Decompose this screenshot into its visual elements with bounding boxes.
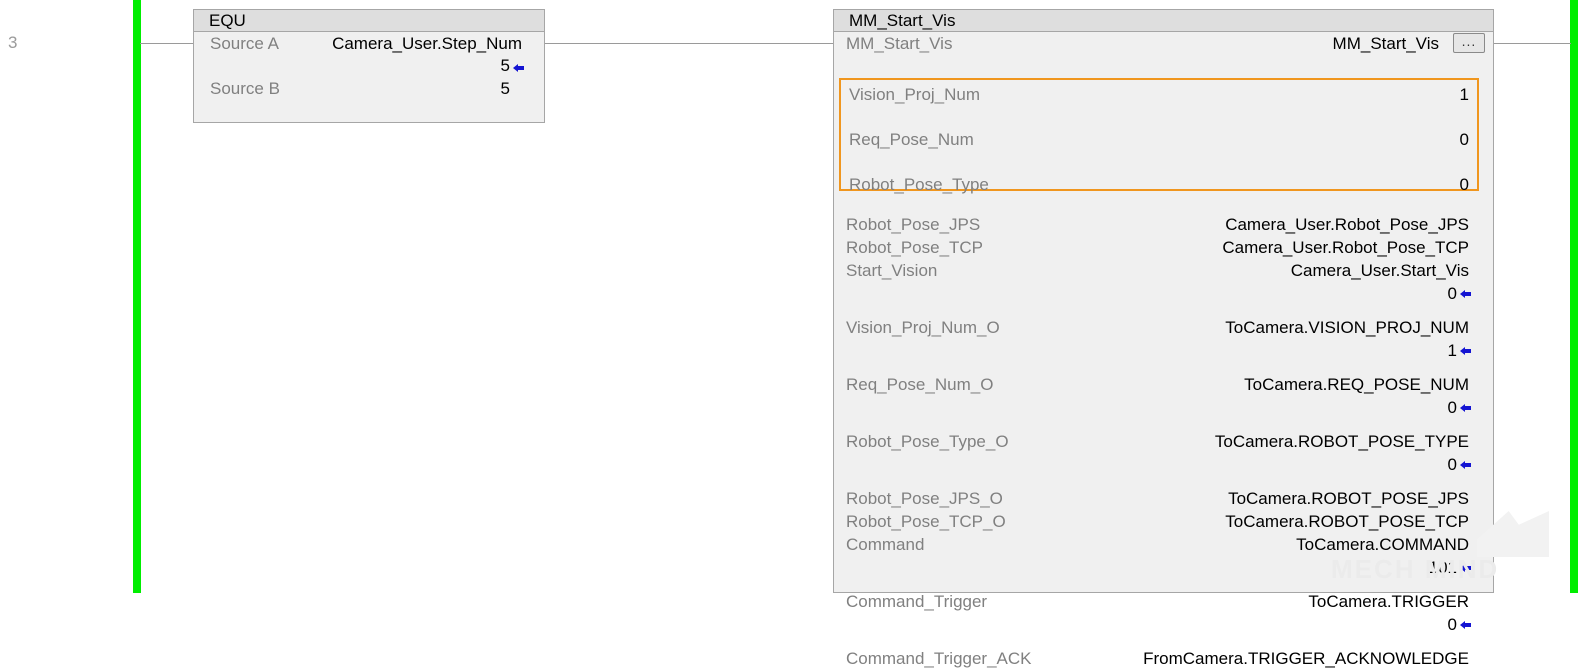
ladder-left-power-rail bbox=[133, 0, 141, 593]
mm-row-robot-pose-tcp-o[interactable]: Robot_Pose_TCP_O ToCamera.ROBOT_POSE_TCP bbox=[834, 510, 1493, 533]
mm-req-pose-num-label: Req_Pose_Num bbox=[849, 130, 974, 149]
mm-row-req-pose-num-o[interactable]: Req_Pose_Num_O ToCamera.REQ_POSE_NUM bbox=[834, 373, 1493, 396]
value-marker-icon bbox=[1460, 564, 1471, 572]
rung-wire-left bbox=[140, 43, 194, 44]
mm-robot-pose-tcp-o-operand[interactable]: ToCamera.ROBOT_POSE_TCP bbox=[1225, 510, 1469, 533]
mm-row-command[interactable]: Command ToCamera.COMMAND bbox=[834, 533, 1493, 556]
mm-vision-proj-num-label: Vision_Proj_Num bbox=[849, 85, 981, 104]
mm-row-robot-pose-tcp[interactable]: Robot_Pose_TCP Camera_User.Robot_Pose_TC… bbox=[834, 236, 1493, 259]
mm-row-req-pose-num[interactable]: Req_Pose_Num 0 bbox=[841, 125, 1477, 170]
mm-command-operand[interactable]: ToCamera.COMMAND bbox=[1296, 533, 1469, 556]
equ-instruction-block[interactable]: EQU Source A Camera_User.Step_Num 5 Sour… bbox=[193, 9, 545, 123]
mm-command-trigger-operand[interactable]: ToCamera.TRIGGER bbox=[1308, 590, 1469, 613]
mm-start-vision-operand[interactable]: Camera_User.Start_Vis bbox=[1291, 259, 1469, 282]
mm-command-trigger-value: 0 bbox=[1447, 615, 1457, 634]
mm-vision-proj-num-o-label: Vision_Proj_Num_O bbox=[846, 318, 1000, 337]
mm-row-req-pose-num-o-value: 0 bbox=[834, 396, 1493, 419]
mm-robot-pose-jps-o-label: Robot_Pose_JPS_O bbox=[846, 489, 1003, 508]
mm-robot-pose-jps-o-operand[interactable]: ToCamera.ROBOT_POSE_JPS bbox=[1228, 487, 1469, 510]
mm-robot-pose-tcp-o-label: Robot_Pose_TCP_O bbox=[846, 512, 1006, 531]
mm-robot-pose-type-label: Robot_Pose_Type bbox=[849, 175, 989, 194]
value-marker-icon bbox=[1460, 404, 1471, 412]
mm-row-vision-proj-num-o-value: 1 bbox=[834, 339, 1493, 362]
mm-row-robot-pose-jps[interactable]: Robot_Pose_JPS Camera_User.Robot_Pose_JP… bbox=[834, 213, 1493, 236]
mm-vision-proj-num-o-value: 1 bbox=[1447, 341, 1457, 360]
mm-req-pose-num-o-label: Req_Pose_Num_O bbox=[846, 375, 994, 394]
mm-row-robot-pose-type-o[interactable]: Robot_Pose_Type_O ToCamera.ROBOT_POSE_TY… bbox=[834, 430, 1493, 453]
mm-row-robot-pose-type-o-value: 0 bbox=[834, 453, 1493, 476]
value-marker-icon bbox=[1460, 290, 1471, 298]
mm-block-body: MM_Start_Vis MM_Start_Vis ... Vision_Pro… bbox=[834, 32, 1493, 668]
mm-command-label: Command bbox=[846, 535, 925, 554]
mm-row-vision-proj-num-o[interactable]: Vision_Proj_Num_O ToCamera.VISION_PROJ_N… bbox=[834, 316, 1493, 339]
mm-row-start-vision[interactable]: Start_Vision Camera_User.Start_Vis bbox=[834, 259, 1493, 282]
mm-row-robot-pose-jps-o[interactable]: Robot_Pose_JPS_O ToCamera.ROBOT_POSE_JPS bbox=[834, 487, 1493, 510]
mm-req-pose-num-o-operand[interactable]: ToCamera.REQ_POSE_NUM bbox=[1244, 373, 1469, 396]
mm-command-trigger-label: Command_Trigger bbox=[846, 592, 988, 611]
mm-robot-pose-type-o-label: Robot_Pose_Type_O bbox=[846, 432, 1009, 451]
value-marker-icon bbox=[1460, 621, 1471, 629]
equ-source-b-value: 5 bbox=[500, 79, 510, 98]
mm-vision-proj-num-value: 1 bbox=[1459, 85, 1469, 104]
row-spacer bbox=[834, 476, 1493, 487]
equ-row-source-a[interactable]: Source A Camera_User.Step_Num bbox=[194, 34, 544, 58]
mm-parameter-list: Robot_Pose_JPS Camera_User.Robot_Pose_JP… bbox=[834, 213, 1493, 670]
mm-robot-pose-jps-operand[interactable]: Camera_User.Robot_Pose_JPS bbox=[1225, 213, 1469, 236]
rung-wire-middle bbox=[545, 43, 834, 44]
equ-source-a-operand[interactable]: Camera_User.Step_Num bbox=[332, 34, 522, 54]
row-spacer bbox=[834, 579, 1493, 590]
row-spacer bbox=[834, 636, 1493, 647]
row-spacer bbox=[834, 305, 1493, 316]
mm-robot-pose-jps-label: Robot_Pose_JPS bbox=[846, 215, 981, 234]
mm-start-vision-label: Start_Vision bbox=[846, 261, 938, 280]
mm-row-command-trigger-value: 0 bbox=[834, 613, 1493, 636]
mm-row-robot-pose-type[interactable]: Robot_Pose_Type 0 bbox=[841, 170, 1477, 215]
row-spacer bbox=[834, 419, 1493, 430]
mm-instance-label: MM_Start_Vis bbox=[846, 34, 953, 53]
mm-instance-value[interactable]: MM_Start_Vis bbox=[1333, 32, 1439, 55]
mm-row-vision-proj-num[interactable]: Vision_Proj_Num 1 bbox=[841, 80, 1477, 125]
rung-number: 3 bbox=[8, 33, 18, 52]
selected-parameter-group[interactable]: Vision_Proj_Num 1 Req_Pose_Num 0 Robot_P… bbox=[839, 78, 1479, 194]
mm-row-command-trigger[interactable]: Command_Trigger ToCamera.TRIGGER bbox=[834, 590, 1493, 613]
equ-row-source-b[interactable]: Source B 5 bbox=[194, 79, 544, 103]
mm-command-trigger-ack-operand[interactable]: FromCamera.TRIGGER_ACKNOWLEDGE bbox=[1143, 647, 1469, 670]
mm-row-command-value: 101 bbox=[834, 556, 1493, 579]
value-marker-icon bbox=[513, 64, 524, 72]
ellipsis-browse-button[interactable]: ... bbox=[1453, 33, 1485, 53]
row-spacer bbox=[834, 362, 1493, 373]
rung-wire-right bbox=[1494, 43, 1571, 44]
ladder-right-power-rail bbox=[1570, 0, 1578, 593]
value-marker-icon bbox=[1460, 461, 1471, 469]
mm-row-command-trigger-ack[interactable]: Command_Trigger_ACK FromCamera.TRIGGER_A… bbox=[834, 647, 1493, 670]
mm-req-pose-num-o-value: 0 bbox=[1447, 398, 1457, 417]
mm-robot-pose-type-o-operand[interactable]: ToCamera.ROBOT_POSE_TYPE bbox=[1215, 430, 1469, 453]
mm-robot-pose-type-value: 0 bbox=[1459, 175, 1469, 194]
mm-start-vision-value: 0 bbox=[1447, 284, 1457, 303]
mm-instance-row[interactable]: MM_Start_Vis MM_Start_Vis ... bbox=[834, 32, 1493, 55]
value-marker-icon bbox=[1460, 347, 1471, 355]
equ-source-a-value: 5 bbox=[500, 56, 510, 75]
mm-robot-pose-tcp-label: Robot_Pose_TCP bbox=[846, 238, 984, 257]
mm-robot-pose-type-o-value: 0 bbox=[1447, 455, 1457, 474]
equ-block-body: Source A Camera_User.Step_Num 5 Source B… bbox=[194, 32, 544, 123]
mm-block-title: MM_Start_Vis bbox=[834, 10, 1493, 32]
equ-source-a-label: Source A bbox=[210, 34, 279, 53]
mm-req-pose-num-value: 0 bbox=[1459, 130, 1469, 149]
mm-robot-pose-tcp-operand[interactable]: Camera_User.Robot_Pose_TCP bbox=[1222, 236, 1469, 259]
equ-block-title: EQU bbox=[194, 10, 544, 32]
equ-row-source-a-value: 5 bbox=[194, 56, 544, 80]
mm-vision-proj-num-o-operand[interactable]: ToCamera.VISION_PROJ_NUM bbox=[1225, 316, 1469, 339]
equ-source-b-label: Source B bbox=[210, 79, 280, 98]
mm-command-trigger-ack-label: Command_Trigger_ACK bbox=[846, 649, 1032, 668]
mm-row-start-vision-value: 0 bbox=[834, 282, 1493, 305]
mm-start-vis-instruction-block[interactable]: MM_Start_Vis MM_Start_Vis MM_Start_Vis .… bbox=[833, 9, 1494, 668]
mm-command-value: 101 bbox=[1428, 558, 1457, 577]
